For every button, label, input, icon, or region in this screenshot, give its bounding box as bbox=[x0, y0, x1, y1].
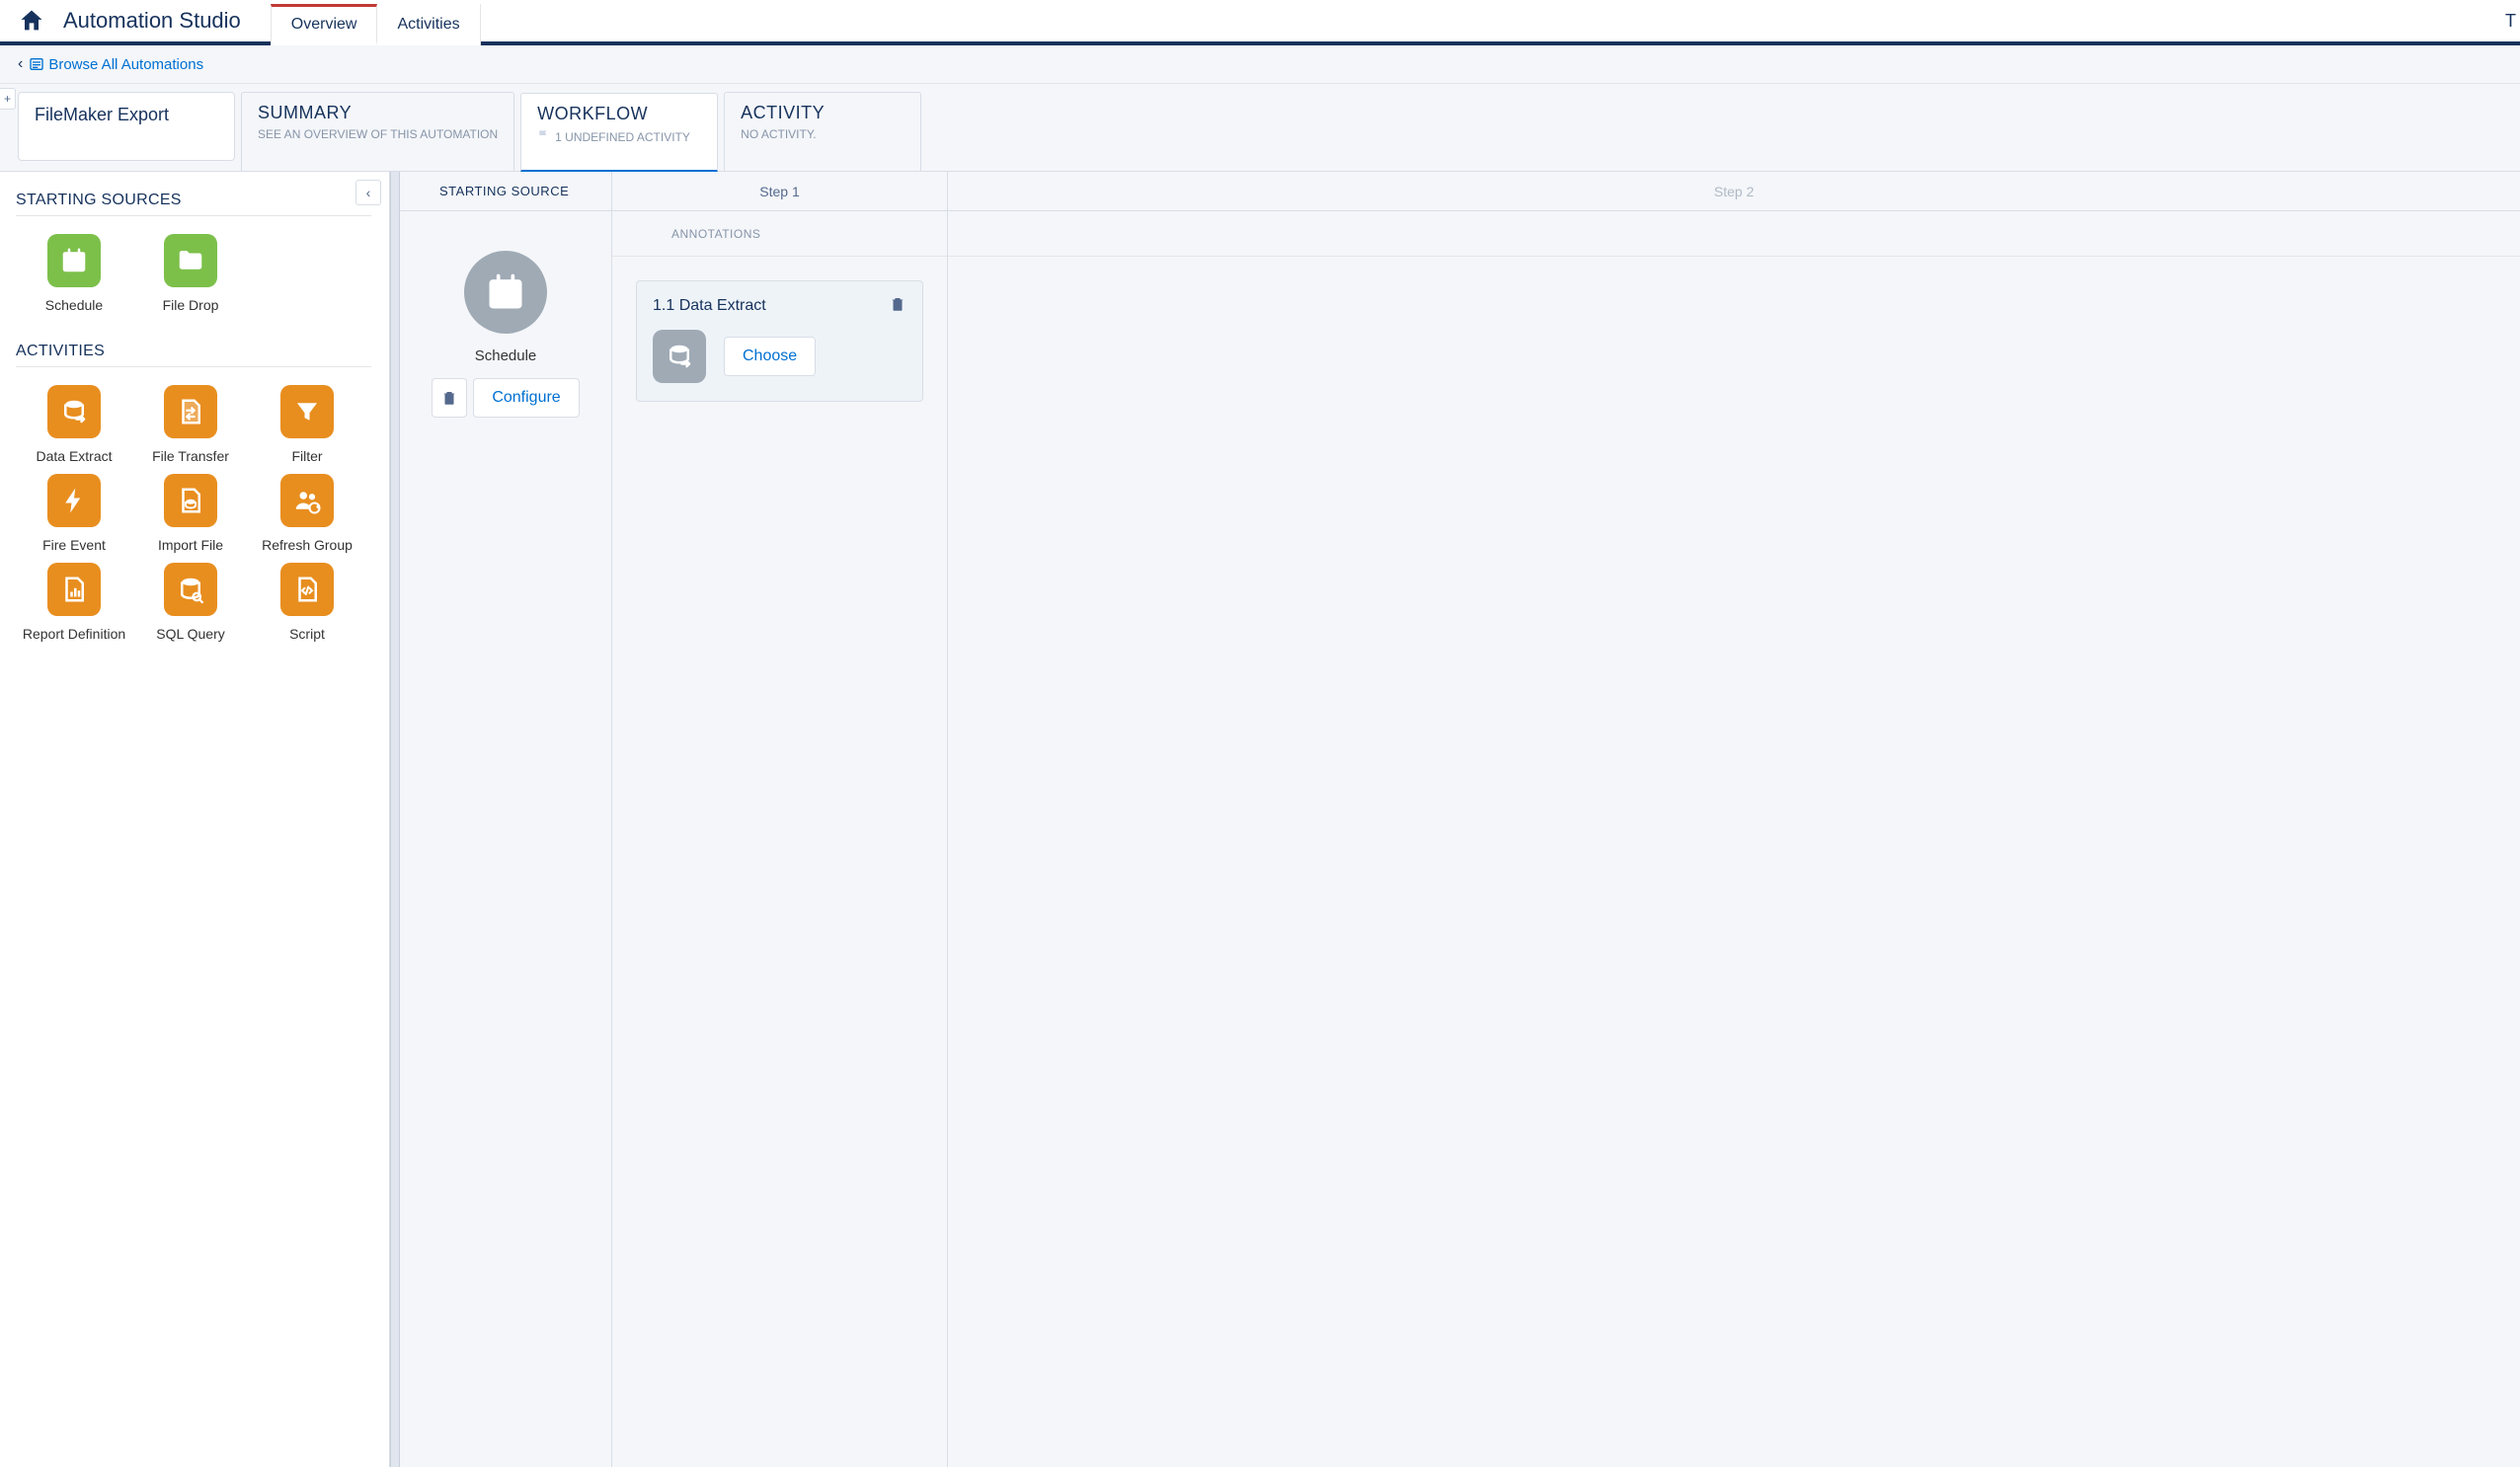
report-icon bbox=[47, 563, 101, 616]
script-icon bbox=[280, 563, 334, 616]
canvas-source-header: STARTING SOURCE bbox=[400, 172, 611, 211]
palette-source-filedrop[interactable]: File Drop bbox=[132, 234, 249, 313]
main-split: ‹ STARTING SOURCES Schedule File Drop AC… bbox=[0, 172, 2520, 1467]
automation-name: FileMaker Export bbox=[35, 105, 218, 125]
palette-activities-grid: Data Extract File Transfer Filter Fire E… bbox=[16, 385, 373, 642]
canvas-col-step-1: Step 1 ANNOTATIONS 1.1 Data Extract Cho bbox=[612, 172, 948, 1467]
breadcrumb-browse-all[interactable]: Browse All Automations bbox=[48, 56, 203, 73]
chevron-left-icon[interactable]: ‹ bbox=[18, 55, 23, 73]
panel-tab-title: SUMMARY bbox=[258, 103, 498, 123]
trash-icon bbox=[889, 295, 906, 313]
source-block: Schedule Configure bbox=[424, 251, 588, 418]
palette-item-label: File Transfer bbox=[152, 448, 229, 464]
data-extract-icon bbox=[47, 385, 101, 438]
palette-item-label: Refresh Group bbox=[262, 537, 353, 553]
panel-tab-summary[interactable]: SUMMARY SEE AN OVERVIEW OF THIS AUTOMATI… bbox=[241, 92, 514, 171]
activity-card-title: 1.1 Data Extract bbox=[653, 297, 766, 315]
choose-activity-button[interactable]: Choose bbox=[724, 337, 816, 376]
palette-sources-heading: STARTING SOURCES bbox=[16, 192, 371, 216]
palette-panel: ‹ STARTING SOURCES Schedule File Drop AC… bbox=[0, 172, 390, 1467]
panel-tab-sub: SEE AN OVERVIEW OF THIS AUTOMATION bbox=[258, 127, 498, 143]
palette-activity-script[interactable]: Script bbox=[249, 563, 365, 642]
header-right-letter: T bbox=[2505, 0, 2520, 41]
breadcrumb-bar: ‹ Browse All Automations bbox=[0, 45, 2520, 84]
palette-item-label: Filter bbox=[291, 448, 322, 464]
funnel-icon bbox=[280, 385, 334, 438]
top-header: Automation Studio Overview Activities T bbox=[0, 0, 2520, 45]
activity-card: 1.1 Data Extract Choose bbox=[636, 280, 923, 402]
step-header: Step 2 bbox=[948, 172, 2520, 211]
folder-download-icon bbox=[164, 234, 217, 287]
calendar-icon bbox=[464, 251, 547, 334]
delete-activity-button[interactable] bbox=[889, 295, 906, 316]
palette-item-label: Schedule bbox=[45, 297, 103, 313]
automation-title-card[interactable]: FileMaker Export bbox=[18, 92, 235, 161]
panel-tab-sub: 1 UNDEFINED ACTIVITY bbox=[537, 128, 701, 147]
trash-icon bbox=[440, 389, 458, 407]
palette-item-label: SQL Query bbox=[156, 626, 225, 642]
data-extract-icon bbox=[653, 330, 706, 383]
palette-sources-grid: Schedule File Drop bbox=[16, 234, 373, 313]
add-automation-tab[interactable]: + bbox=[0, 88, 16, 110]
panel-tab-workflow[interactable]: WORKFLOW 1 UNDEFINED ACTIVITY bbox=[520, 93, 718, 172]
flag-icon bbox=[537, 128, 551, 147]
palette-activity-import-file[interactable]: Import File bbox=[132, 474, 249, 553]
app-title: Automation Studio bbox=[63, 0, 271, 41]
palette-item-label: Script bbox=[289, 626, 325, 642]
canvas-source-body[interactable]: Schedule Configure bbox=[400, 211, 611, 1467]
list-icon bbox=[29, 56, 48, 73]
annotations-header[interactable]: ANNOTATIONS bbox=[612, 211, 947, 257]
palette-activity-sql-query[interactable]: SQL Query bbox=[132, 563, 249, 642]
palette-activity-filter[interactable]: Filter bbox=[249, 385, 365, 464]
home-icon[interactable] bbox=[18, 7, 45, 35]
palette-item-label: Data Extract bbox=[36, 448, 112, 464]
palette-source-schedule[interactable]: Schedule bbox=[16, 234, 132, 313]
annotations-header-empty bbox=[948, 211, 2520, 257]
collapse-palette-button[interactable]: ‹ bbox=[355, 180, 381, 205]
configure-source-button[interactable]: Configure bbox=[473, 378, 579, 418]
step-header: Step 1 bbox=[612, 172, 947, 211]
step-body-empty[interactable] bbox=[948, 257, 2520, 1467]
palette-activity-report-definition[interactable]: Report Definition bbox=[16, 563, 132, 642]
step-body[interactable]: 1.1 Data Extract Choose bbox=[612, 257, 947, 1467]
panel-tab-activity[interactable]: ACTIVITY NO ACTIVITY. bbox=[724, 92, 921, 171]
canvas-col-source: STARTING SOURCE Schedule Configure bbox=[400, 172, 612, 1467]
calendar-icon bbox=[47, 234, 101, 287]
palette-activity-fire-event[interactable]: Fire Event bbox=[16, 474, 132, 553]
canvas-col-step-2: Step 2 bbox=[948, 172, 2520, 1467]
tab-activities[interactable]: Activities bbox=[377, 4, 480, 45]
delete-source-button[interactable] bbox=[432, 378, 467, 418]
header-tabs: Overview Activities bbox=[271, 0, 481, 41]
palette-item-label: File Drop bbox=[163, 297, 219, 313]
panel-tab-sub-text: 1 UNDEFINED ACTIVITY bbox=[555, 130, 690, 146]
resize-gutter[interactable] bbox=[390, 172, 400, 1467]
group-refresh-icon bbox=[280, 474, 334, 527]
source-button-row: Configure bbox=[432, 378, 579, 418]
card-body: Choose bbox=[653, 330, 906, 383]
tab-overview[interactable]: Overview bbox=[271, 4, 378, 45]
panel-tab-title: ACTIVITY bbox=[741, 103, 905, 123]
source-block-label: Schedule bbox=[475, 347, 537, 364]
panel-tab-title: WORKFLOW bbox=[537, 104, 701, 124]
file-import-icon bbox=[164, 474, 217, 527]
file-transfer-icon bbox=[164, 385, 217, 438]
panel-tab-sub: NO ACTIVITY. bbox=[741, 127, 905, 143]
detail-header: + FileMaker Export SUMMARY SEE AN OVERVI… bbox=[0, 84, 2520, 172]
palette-item-label: Import File bbox=[158, 537, 223, 553]
palette-activity-refresh-group[interactable]: Refresh Group bbox=[249, 474, 365, 553]
sql-query-icon bbox=[164, 563, 217, 616]
workflow-canvas: STARTING SOURCE Schedule Configure bbox=[400, 172, 2520, 1467]
palette-activity-data-extract[interactable]: Data Extract bbox=[16, 385, 132, 464]
palette-item-label: Fire Event bbox=[42, 537, 106, 553]
home-area bbox=[0, 0, 63, 41]
palette-activity-file-transfer[interactable]: File Transfer bbox=[132, 385, 249, 464]
lightning-icon bbox=[47, 474, 101, 527]
palette-activities-heading: ACTIVITIES bbox=[16, 343, 371, 367]
palette-item-label: Report Definition bbox=[23, 626, 125, 642]
card-head: 1.1 Data Extract bbox=[653, 295, 906, 316]
